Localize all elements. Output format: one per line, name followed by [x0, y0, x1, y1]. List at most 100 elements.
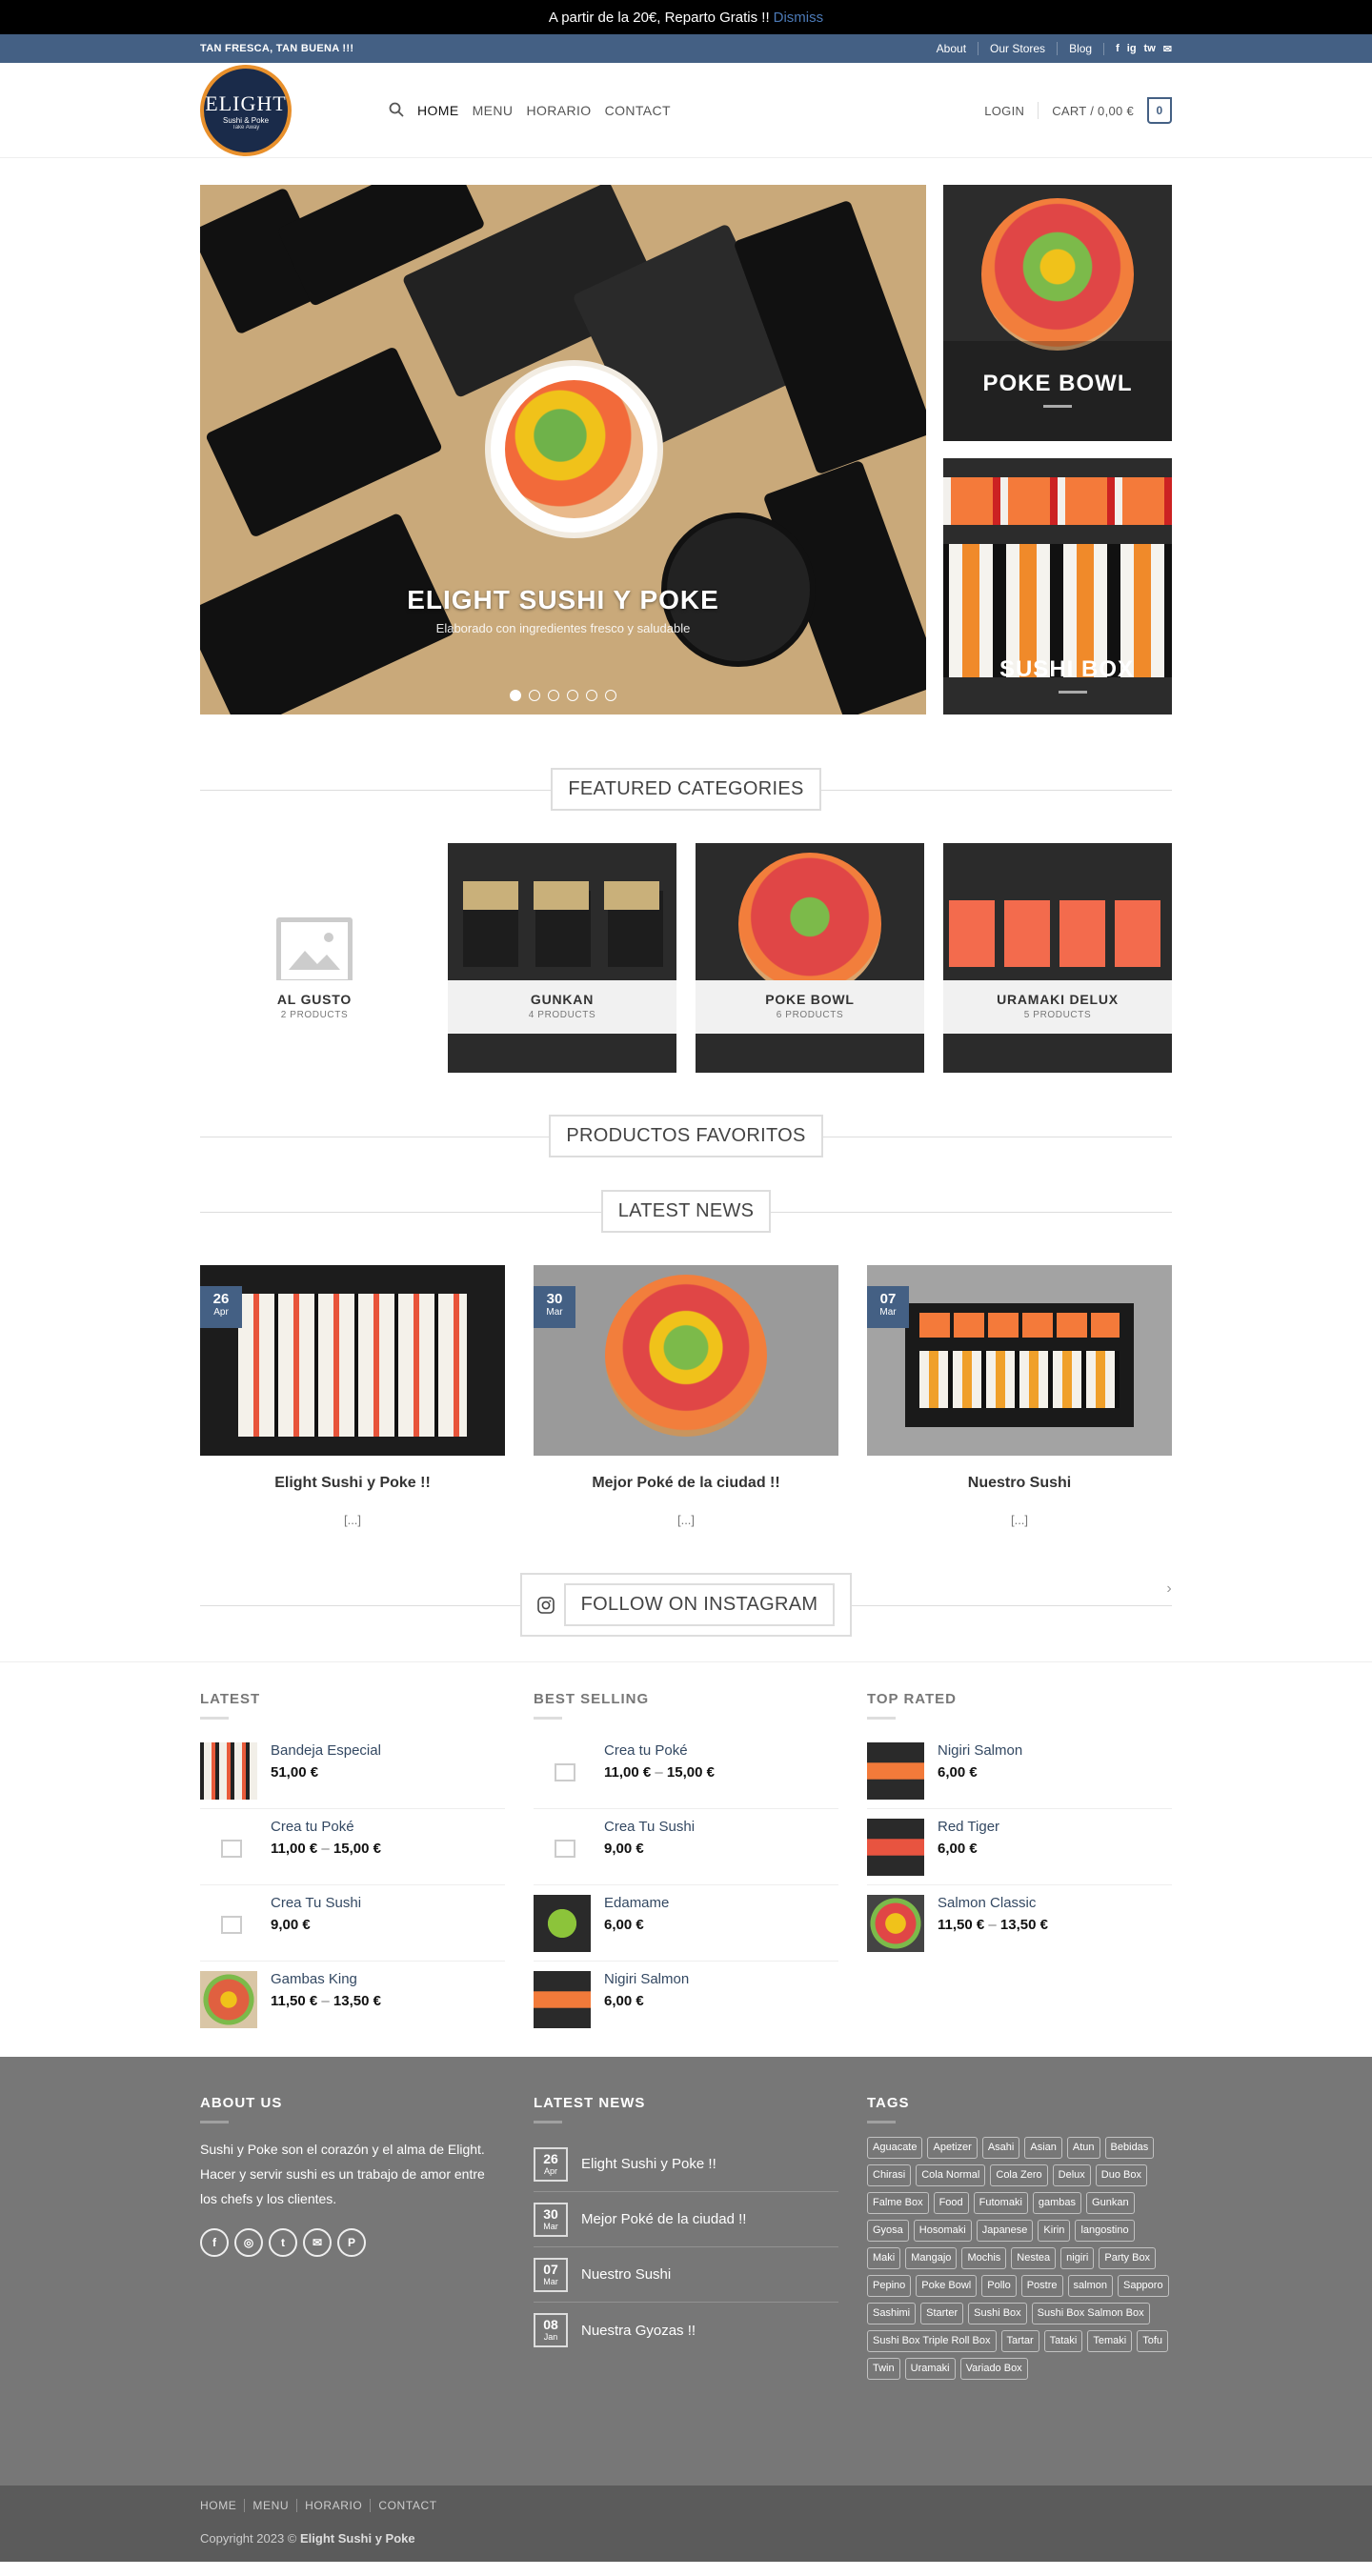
product-name[interactable]: Bandeja Especial [271, 1742, 381, 1759]
tag-link[interactable]: Nestea [1011, 2247, 1057, 2269]
tag-link[interactable]: Variado Box [959, 2358, 1028, 2380]
news-post[interactable]: 07 Mar Nuestro Sushi [...] [867, 1265, 1172, 1527]
tag-link[interactable]: Duo Box [1095, 2164, 1147, 2186]
tag-link[interactable]: Sapporo [1117, 2275, 1169, 2297]
slider-dot[interactable] [529, 690, 540, 701]
tag-link[interactable]: Cola Zero [990, 2164, 1048, 2186]
tag-link[interactable]: Maki [867, 2247, 901, 2269]
site-logo[interactable]: ELIGHT Sushi & Poke Take Away [200, 65, 292, 156]
product-item[interactable]: Salmon Classic 11,50 € – 13,50 € [867, 1885, 1172, 1962]
footer-nav-home[interactable]: HOME [200, 2499, 244, 2512]
facebook-icon[interactable]: f [200, 2228, 229, 2257]
footer-nav-horario[interactable]: HORARIO [296, 2499, 370, 2512]
tag-link[interactable]: Party Box [1099, 2247, 1157, 2269]
tag-link[interactable]: Pepino [867, 2275, 912, 2297]
cart-link[interactable]: CART / 0,00 € [1052, 104, 1134, 118]
instagram-icon[interactable]: ig [1127, 43, 1137, 55]
news-title[interactable]: Nuestro Sushi [581, 2266, 671, 2283]
tag-link[interactable]: Uramaki [904, 2358, 956, 2380]
product-item[interactable]: Crea Tu Sushi 9,00 € [534, 1809, 838, 1885]
top-link-blog[interactable]: Blog [1057, 42, 1103, 55]
news-title[interactable]: Mejor Poké de la ciudad !! [581, 2211, 746, 2227]
tag-link[interactable]: Poke Bowl [916, 2275, 978, 2297]
product-name[interactable]: Crea tu Poké [271, 1819, 381, 1835]
category-gunkan[interactable]: GUNKAN 4 PRODUCTS [448, 843, 676, 1073]
footer-nav-contact[interactable]: CONTACT [370, 2499, 444, 2512]
tag-link[interactable]: Temaki [1087, 2330, 1133, 2352]
tag-link[interactable]: Pollo [981, 2275, 1017, 2297]
tag-link[interactable]: Mangajo [905, 2247, 958, 2269]
product-item[interactable]: Red Tiger 6,00 € [867, 1809, 1172, 1885]
nav-horario[interactable]: HORARIO [526, 103, 591, 118]
top-link-about[interactable]: About [925, 42, 978, 55]
product-name[interactable]: Crea tu Poké [604, 1742, 715, 1759]
email-icon[interactable]: ✉ [1163, 43, 1172, 55]
product-name[interactable]: Crea Tu Sushi [604, 1819, 695, 1835]
footer-news-item[interactable]: 08 Jan Nuestra Gyozas !! [534, 2303, 838, 2358]
tag-link[interactable]: Gunkan [1086, 2192, 1135, 2214]
post-title[interactable]: Elight Sushi y Poke !! [200, 1475, 505, 1492]
nav-contact[interactable]: CONTACT [605, 103, 671, 118]
tag-link[interactable]: Asahi [981, 2137, 1020, 2159]
pinterest-icon[interactable]: P [337, 2228, 366, 2257]
news-title[interactable]: Nuestra Gyozas !! [581, 2323, 696, 2339]
instagram-icon[interactable]: ◎ [234, 2228, 263, 2257]
product-item[interactable]: Bandeja Especial 51,00 € [200, 1733, 505, 1809]
product-name[interactable]: Salmon Classic [938, 1895, 1048, 1911]
news-title[interactable]: Elight Sushi y Poke !! [581, 2156, 716, 2172]
product-item[interactable]: Crea Tu Sushi 9,00 € [200, 1885, 505, 1962]
slider-dot[interactable] [567, 690, 578, 701]
nav-home[interactable]: HOME [417, 103, 459, 118]
tag-link[interactable]: Futomaki [973, 2192, 1028, 2214]
tag-link[interactable]: Sashimi [867, 2303, 917, 2324]
product-name[interactable]: Red Tiger [938, 1819, 999, 1835]
tag-link[interactable]: Falme Box [867, 2192, 929, 2214]
footer-nav-menu[interactable]: MENU [244, 2499, 296, 2512]
login-link[interactable]: LOGIN [984, 104, 1024, 118]
tag-link[interactable]: Hosomaki [913, 2220, 972, 2242]
tag-link[interactable]: Apetizer [927, 2137, 978, 2159]
product-name[interactable]: Crea Tu Sushi [271, 1895, 361, 1911]
tag-link[interactable]: Food [933, 2192, 969, 2214]
tag-link[interactable]: Sushi Box [968, 2303, 1027, 2324]
twitter-icon[interactable]: tw [1144, 43, 1156, 55]
tag-link[interactable]: Twin [867, 2358, 900, 2380]
product-item[interactable]: Crea tu Poké 11,00 € – 15,00 € [200, 1809, 505, 1885]
tag-link[interactable]: Atun [1066, 2137, 1100, 2159]
top-link-our-stores[interactable]: Our Stores [978, 42, 1057, 55]
banner-poke-bowl[interactable]: POKE BOWL [943, 185, 1172, 441]
dismiss-link[interactable]: Dismiss [774, 10, 824, 26]
facebook-icon[interactable]: f [1116, 43, 1120, 55]
category-poke-bowl[interactable]: POKE BOWL 6 PRODUCTS [696, 843, 924, 1073]
tag-link[interactable]: Postre [1020, 2275, 1063, 2297]
post-title[interactable]: Nuestro Sushi [867, 1475, 1172, 1492]
product-item[interactable]: Nigiri Salmon 6,00 € [867, 1733, 1172, 1809]
cart-count-badge[interactable]: 0 [1147, 97, 1172, 124]
tag-link[interactable]: Tofu [1137, 2330, 1169, 2352]
tag-link[interactable]: Kirin [1038, 2220, 1071, 2242]
tag-link[interactable]: Tartar [1000, 2330, 1039, 2352]
category-al-gusto[interactable]: AL GUSTO 2 PRODUCTS [200, 843, 429, 1073]
tag-link[interactable]: Bebidas [1104, 2137, 1155, 2159]
tag-link[interactable]: Asian [1024, 2137, 1062, 2159]
slider-dot[interactable] [510, 690, 521, 701]
product-item[interactable]: Crea tu Poké 11,00 € – 15,00 € [534, 1733, 838, 1809]
tag-link[interactable]: Sushi Box Triple Roll Box [867, 2330, 997, 2352]
footer-news-item[interactable]: 26 Apr Elight Sushi y Poke !! [534, 2137, 838, 2192]
footer-news-item[interactable]: 30 Mar Mejor Poké de la ciudad !! [534, 2192, 838, 2247]
tag-link[interactable]: Gyosa [867, 2220, 909, 2242]
tag-link[interactable]: Chirasi [867, 2164, 912, 2186]
tag-link[interactable]: Sushi Box Salmon Box [1031, 2303, 1150, 2324]
nav-menu[interactable]: MENU [473, 103, 514, 118]
tag-link[interactable]: Aguacate [867, 2137, 923, 2159]
news-post[interactable]: 26 Apr Elight Sushi y Poke !! [...] [200, 1265, 505, 1527]
product-item[interactable]: Edamame 6,00 € [534, 1885, 838, 1962]
product-name[interactable]: Edamame [604, 1895, 669, 1911]
product-name[interactable]: Nigiri Salmon [604, 1971, 689, 1987]
product-name[interactable]: Gambas King [271, 1971, 381, 1987]
tag-link[interactable]: nigiri [1060, 2247, 1095, 2269]
slider-dot[interactable] [586, 690, 597, 701]
slider-dot[interactable] [548, 690, 559, 701]
hero-slider[interactable]: ELIGHT SUSHI Y POKE Elaborado con ingred… [200, 185, 926, 714]
product-item[interactable]: Nigiri Salmon 6,00 € [534, 1962, 838, 2038]
